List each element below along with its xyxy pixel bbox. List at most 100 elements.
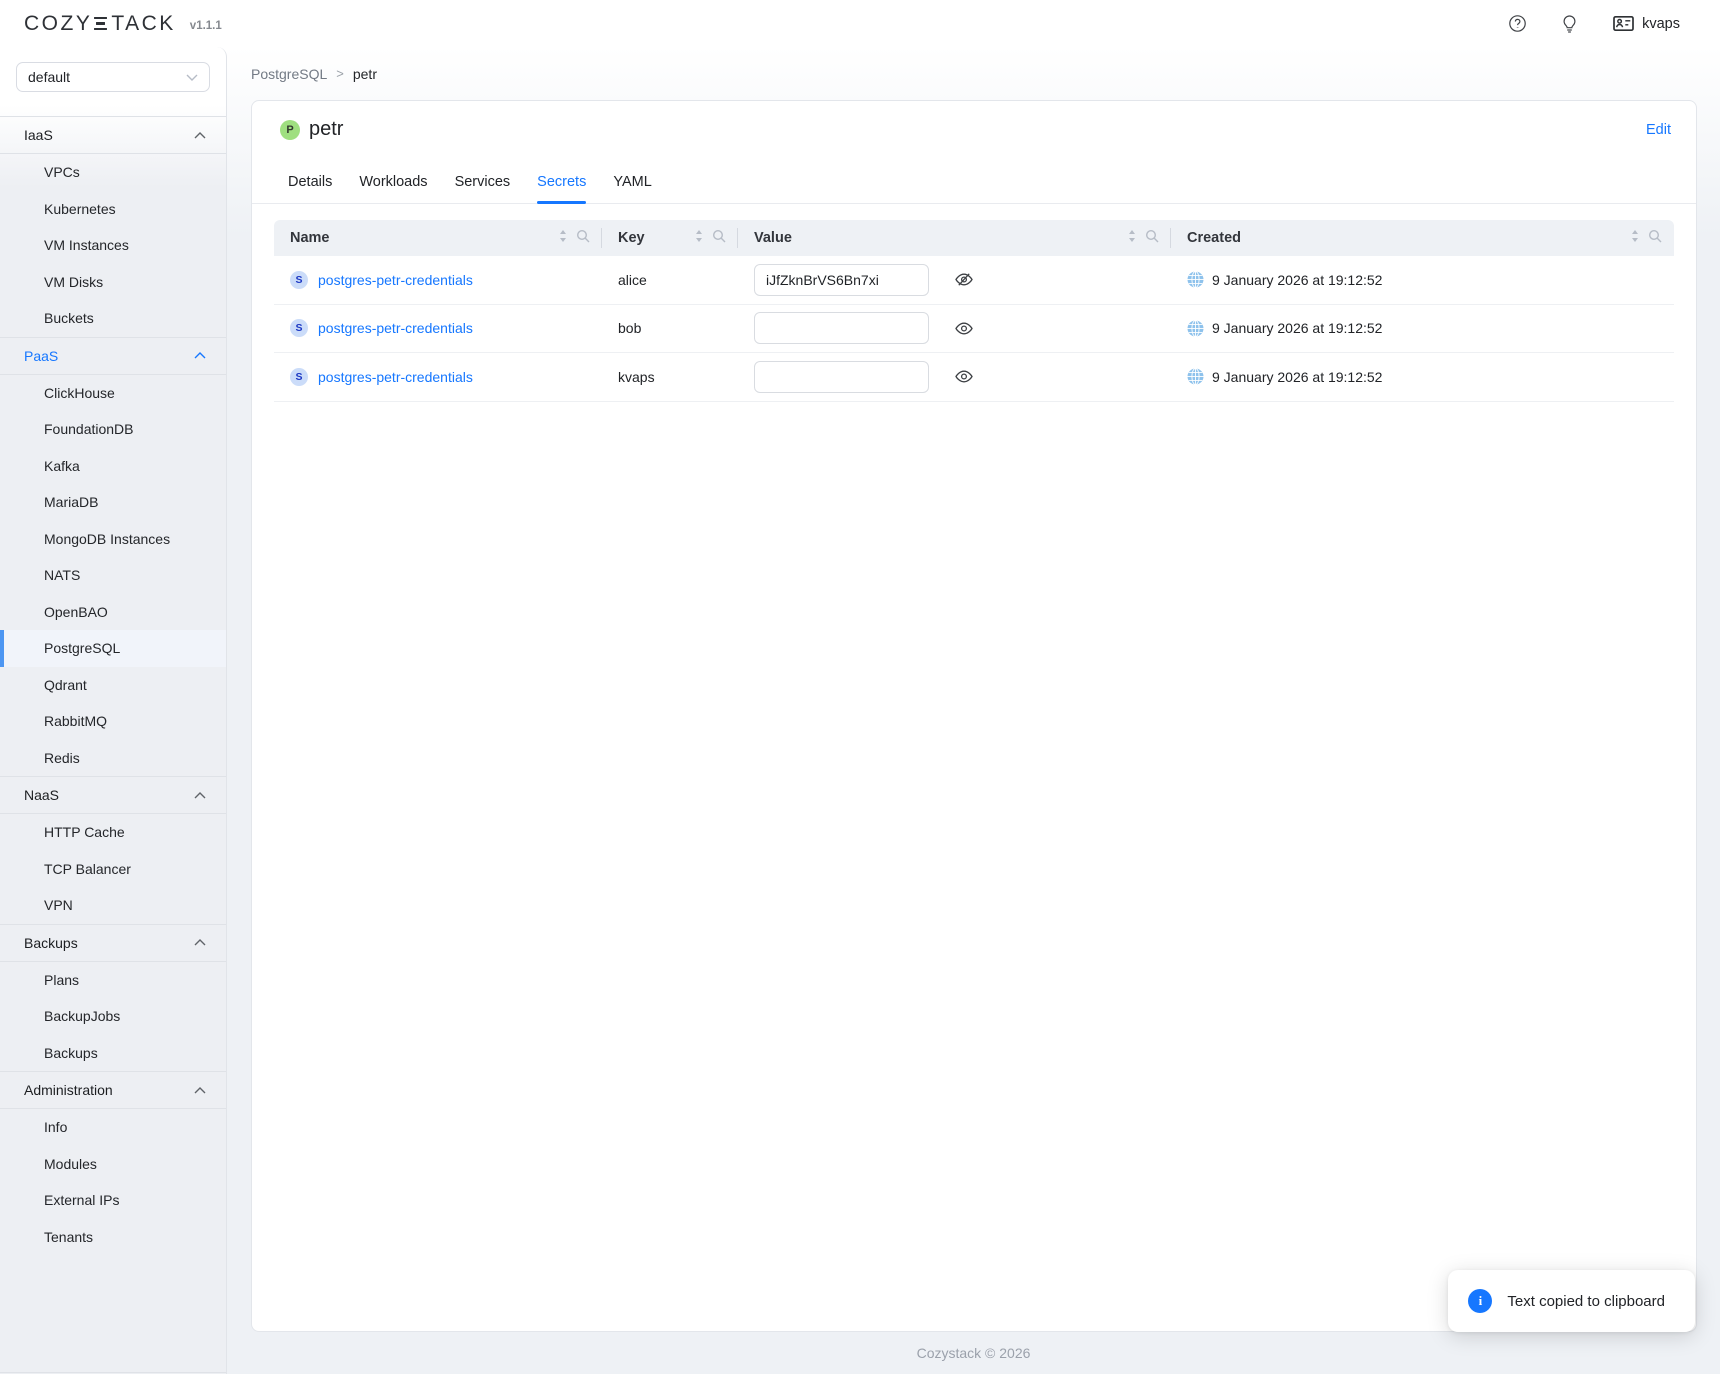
- eye-off-icon[interactable]: [955, 272, 973, 287]
- sidebar-section-backups[interactable]: Backups: [0, 924, 226, 962]
- sidebar-section-naas[interactable]: NaaS: [0, 776, 226, 814]
- secret-name-cell: S postgres-petr-credentials: [274, 368, 602, 386]
- search-icon[interactable]: [1145, 229, 1159, 247]
- sidebar-item-vm-disks[interactable]: VM Disks: [0, 264, 226, 301]
- sidebar-section-label: PaaS: [24, 348, 58, 364]
- app-version: v1.1.1: [190, 20, 222, 32]
- globe-icon: [1187, 320, 1204, 337]
- user-menu[interactable]: kvaps: [1613, 15, 1680, 32]
- username: kvaps: [1642, 16, 1680, 32]
- copyright-text: Cozystack © 2026: [917, 1345, 1031, 1361]
- chevron-up-icon: [194, 939, 206, 946]
- tab-details[interactable]: Details: [288, 174, 332, 203]
- tenant-select[interactable]: default: [16, 62, 210, 92]
- breadcrumb-separator: >: [336, 66, 344, 81]
- main-area: PostgreSQL > petr P petr Edit Details Wo…: [227, 47, 1720, 1374]
- sidebar-item-backups[interactable]: Backups: [0, 1035, 226, 1072]
- secret-badge-icon: S: [290, 271, 308, 289]
- sort-icon[interactable]: [1629, 229, 1641, 247]
- tab-services[interactable]: Services: [455, 174, 511, 203]
- sort-icon[interactable]: [557, 229, 569, 247]
- sidebar-item-postgresql[interactable]: PostgreSQL: [0, 630, 226, 667]
- globe-icon: [1187, 271, 1204, 288]
- sidebar-item-redis[interactable]: Redis: [0, 740, 226, 777]
- sidebar-item-external-ips[interactable]: External IPs: [0, 1182, 226, 1219]
- chevron-up-icon: [194, 792, 206, 799]
- secret-name-link[interactable]: postgres-petr-credentials: [318, 272, 473, 288]
- sidebar-item-nats[interactable]: NATS: [0, 557, 226, 594]
- id-card-icon: [1613, 15, 1634, 32]
- sidebar-item-http-cache[interactable]: HTTP Cache: [0, 814, 226, 851]
- chevron-up-icon: [194, 1087, 206, 1094]
- sidebar-section-label: Administration: [24, 1082, 113, 1098]
- sidebar-item-foundationdb[interactable]: FoundationDB: [0, 411, 226, 448]
- table-row: S postgres-petr-credentials alice: [274, 256, 1674, 305]
- logo-suffix: TACK: [111, 12, 175, 36]
- sidebar-section-label: IaaS: [24, 127, 53, 143]
- sort-icon[interactable]: [693, 229, 705, 247]
- help-icon[interactable]: [1509, 15, 1526, 32]
- secret-name-link[interactable]: postgres-petr-credentials: [318, 320, 473, 336]
- secret-value-cell: [738, 264, 1171, 296]
- secret-value-input[interactable]: [754, 312, 929, 344]
- sidebar-section-paas[interactable]: PaaS: [0, 337, 226, 375]
- secret-created-cell: 9 January 2026 at 19:12:52: [1171, 271, 1674, 288]
- tab-secrets[interactable]: Secrets: [537, 174, 586, 203]
- secret-name-link[interactable]: postgres-petr-credentials: [318, 369, 473, 385]
- sidebar-item-rabbitmq[interactable]: RabbitMQ: [0, 703, 226, 740]
- sidebar-bottom-divider: [0, 1255, 226, 1373]
- tab-yaml[interactable]: YAML: [613, 174, 651, 203]
- eye-icon[interactable]: [955, 369, 973, 384]
- sidebar-item-vm-instances[interactable]: VM Instances: [0, 227, 226, 264]
- tenant-select-value: default: [28, 69, 70, 85]
- sidebar-item-backupjobs[interactable]: BackupJobs: [0, 998, 226, 1035]
- app-logo: COZY TACK v1.1.1: [24, 12, 222, 36]
- secret-value-input[interactable]: [754, 361, 929, 393]
- sidebar-item-openbao[interactable]: OpenBAO: [0, 594, 226, 631]
- sidebar-item-mongodb-instances[interactable]: MongoDB Instances: [0, 521, 226, 558]
- secret-key-cell: kvaps: [602, 369, 738, 385]
- sidebar-item-qdrant[interactable]: Qdrant: [0, 667, 226, 704]
- sidebar-section-iaas[interactable]: IaaS: [0, 116, 226, 154]
- sidebar-item-kubernetes[interactable]: Kubernetes: [0, 191, 226, 228]
- info-icon: i: [1468, 1289, 1492, 1313]
- sidebar-section-label: Backups: [24, 935, 78, 951]
- top-header: COZY TACK v1.1.1: [0, 0, 1720, 47]
- sidebar-item-info[interactable]: Info: [0, 1109, 226, 1146]
- tab-workloads[interactable]: Workloads: [359, 174, 427, 203]
- page-title: petr: [309, 118, 343, 141]
- sidebar-item-vpn[interactable]: VPN: [0, 887, 226, 924]
- breadcrumb-parent-link[interactable]: PostgreSQL: [251, 66, 327, 82]
- search-icon[interactable]: [712, 229, 726, 247]
- breadcrumb: PostgreSQL > petr: [227, 47, 1720, 100]
- secret-created-cell: 9 January 2026 at 19:12:52: [1171, 320, 1674, 337]
- sidebar-nav: IaaS VPCs Kubernetes VM Instances VM Dis…: [0, 116, 226, 1255]
- sidebar-item-plans[interactable]: Plans: [0, 962, 226, 999]
- toast-notification: i Text copied to clipboard: [1448, 1270, 1695, 1332]
- search-icon[interactable]: [576, 229, 590, 247]
- sidebar-item-buckets[interactable]: Buckets: [0, 300, 226, 337]
- edit-button[interactable]: Edit: [1646, 122, 1671, 138]
- table-body: S postgres-petr-credentials alice: [274, 256, 1674, 402]
- sidebar-item-vpcs[interactable]: VPCs: [0, 154, 226, 191]
- secret-badge-icon: S: [290, 368, 308, 386]
- sidebar-item-clickhouse[interactable]: ClickHouse: [0, 375, 226, 412]
- sidebar-item-tenants[interactable]: Tenants: [0, 1219, 226, 1256]
- secret-value-input[interactable]: [754, 264, 929, 296]
- sidebar-item-modules[interactable]: Modules: [0, 1146, 226, 1183]
- lightbulb-icon[interactable]: [1562, 15, 1577, 33]
- toast-message: Text copied to clipboard: [1507, 1293, 1665, 1310]
- search-icon[interactable]: [1648, 229, 1662, 247]
- sidebar-item-mariadb[interactable]: MariaDB: [0, 484, 226, 521]
- secret-key-cell: alice: [602, 272, 738, 288]
- footer: Cozystack © 2026: [227, 1332, 1720, 1374]
- sidebar-item-tcp-balancer[interactable]: TCP Balancer: [0, 851, 226, 888]
- secret-value-cell: [738, 312, 1171, 344]
- chevron-up-icon: [194, 352, 206, 359]
- sidebar-section-administration[interactable]: Administration: [0, 1071, 226, 1109]
- column-header-created: Created: [1171, 220, 1674, 256]
- sidebar-item-kafka[interactable]: Kafka: [0, 448, 226, 485]
- eye-icon[interactable]: [955, 321, 973, 336]
- chevron-down-icon: [186, 74, 198, 81]
- sort-icon[interactable]: [1126, 229, 1138, 247]
